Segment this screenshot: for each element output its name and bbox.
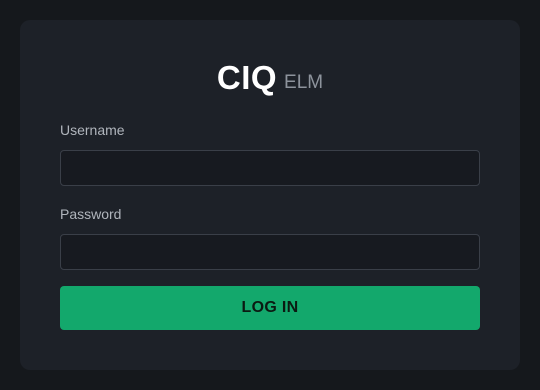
login-card: CIQ ELM Username Password LOG IN <box>20 20 520 370</box>
password-input[interactable] <box>60 234 480 270</box>
logo-ciq: CIQ <box>216 59 278 96</box>
brand-logo: CIQ ELM <box>20 58 520 94</box>
username-label: Username <box>60 122 125 138</box>
login-button[interactable]: LOG IN <box>60 286 480 330</box>
password-label: Password <box>60 206 122 222</box>
logo-elm: ELM <box>284 72 324 93</box>
username-input[interactable] <box>60 150 480 186</box>
